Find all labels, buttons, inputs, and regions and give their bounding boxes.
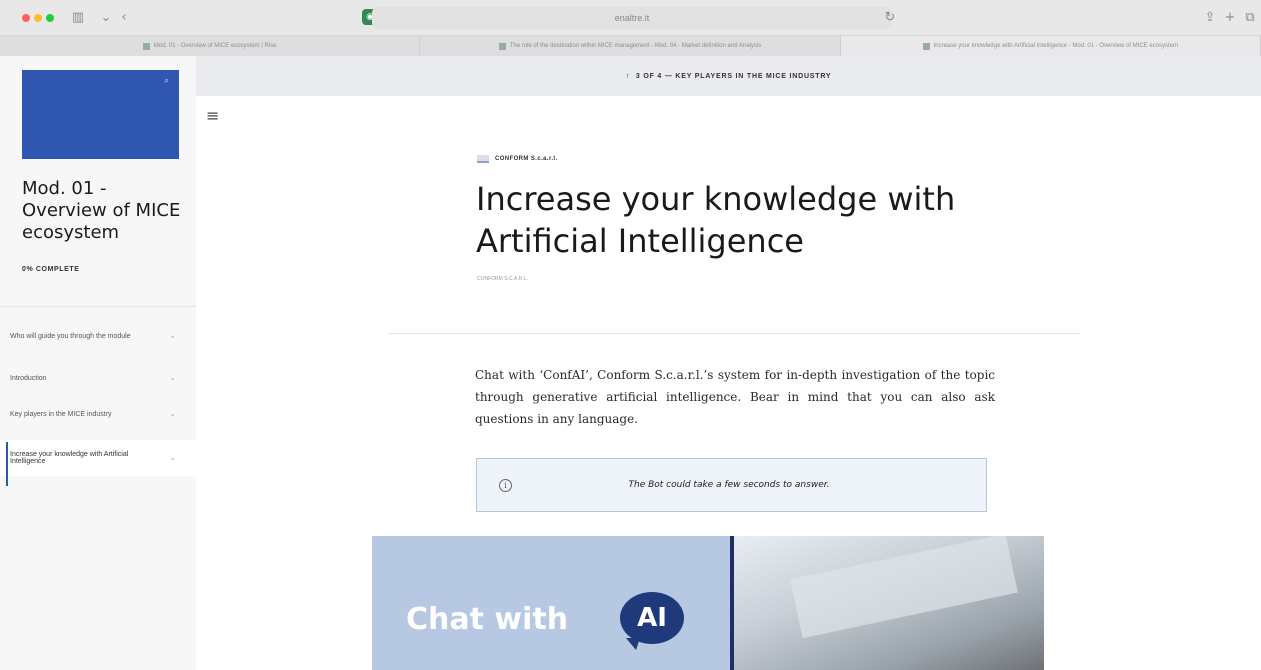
course-title: Mod. 01 - Overview of MICE ecosystem (22, 178, 181, 243)
browser-toolbar: ▥ ⌄ ‹ ◉ enaltre.it ↻ ⇪ + ⧉ (0, 0, 1261, 36)
info-callout: i The Bot could take a few seconds to an… (476, 458, 987, 512)
chevron-down-icon[interactable]: ⌄ (96, 8, 116, 28)
share-icon[interactable]: ⇪ (1200, 8, 1220, 28)
browser-tab[interactable]: The role of the destination within MICE … (420, 36, 841, 56)
new-tab-icon[interactable]: + (1220, 8, 1240, 28)
ai-speech-bubble-icon: AI (620, 592, 684, 650)
chevron-down-icon: ⌄ (169, 409, 176, 418)
course-sidebar: ⌕ Mod. 01 - Overview of MICE ecosystem 0… (0, 56, 196, 670)
back-icon[interactable]: ‹ (114, 8, 134, 28)
sidebar-item-guide[interactable]: Who will guide you through the module ⌄ (0, 318, 196, 354)
zoom-window-button[interactable] (46, 14, 54, 22)
author-row: CONFORM S.c.a.r.l. (477, 155, 558, 163)
reload-icon[interactable]: ↻ (880, 8, 900, 28)
favicon-icon (142, 42, 150, 50)
browser-tab-active[interactable]: Increase your knowledge with Artificial … (840, 36, 1261, 56)
sidebar-item-key-players[interactable]: Key players in the MICE industry ⌄ (0, 396, 196, 432)
lesson-progress-text: 3 OF 4 — KEY PLAYERS IN THE MICE INDUSTR… (635, 72, 832, 80)
sidebar-toggle-icon[interactable]: ▥ (68, 8, 88, 28)
browser-tab[interactable]: Mod. 01 - Overview of MICE ecosystem | R… (0, 36, 421, 56)
search-icon[interactable]: ⌕ (164, 76, 169, 86)
callout-text: The Bot could take a few seconds to answ… (628, 480, 830, 490)
close-window-button[interactable] (22, 14, 30, 22)
sidebar-item-introduction[interactable]: Introduction ⌄ (0, 360, 196, 396)
favicon-icon (922, 42, 930, 50)
lesson-progress-banner[interactable]: ↑ 3 OF 4 — KEY PLAYERS IN THE MICE INDUS… (196, 56, 1261, 96)
hero-panel-left: Chat with AI (372, 536, 730, 670)
chevron-down-icon: ⌄ (169, 453, 176, 462)
hero-text: Chat with (406, 602, 569, 637)
chat-with-ai-banner[interactable]: Chat with AI (372, 536, 1044, 670)
arrow-up-icon: ↑ (625, 72, 630, 80)
address-bar[interactable]: enaltre.it (372, 7, 892, 29)
lesson-body-text: Chat with ‘ConfAI’, Conform S.c.a.r.l.’s… (475, 368, 995, 426)
lesson-title: Increase your knowledge with Artificial … (476, 180, 956, 260)
laptop-photo-detail (790, 536, 1018, 639)
tab-bar: Mod. 01 - Overview of MICE ecosystem | R… (0, 36, 1261, 56)
menu-icon[interactable]: ≡ (206, 106, 219, 125)
course-progress: 0% COMPLETE (22, 266, 80, 273)
sidebar-item-ai[interactable]: Increase your knowledge with Artificial … (0, 440, 196, 486)
tab-overview-icon[interactable]: ⧉ (1240, 8, 1260, 28)
chevron-down-icon: ⌄ (169, 331, 176, 340)
hero-photo (734, 536, 1044, 670)
divider (388, 333, 1080, 334)
author-logo (477, 155, 489, 163)
minimize-window-button[interactable] (34, 14, 42, 22)
favicon-icon (498, 42, 506, 50)
divider (0, 306, 196, 307)
author-name: CONFORM S.c.a.r.l. (495, 156, 558, 162)
chevron-down-icon: ⌄ (169, 373, 176, 382)
info-icon: i (499, 478, 512, 492)
lesson-byline: CONFORM S.C.A.R.L. (477, 276, 528, 282)
course-cover-image: ⌕ (22, 70, 179, 159)
lesson-content: CONFORM S.c.a.r.l. Increase your knowled… (196, 96, 1261, 670)
